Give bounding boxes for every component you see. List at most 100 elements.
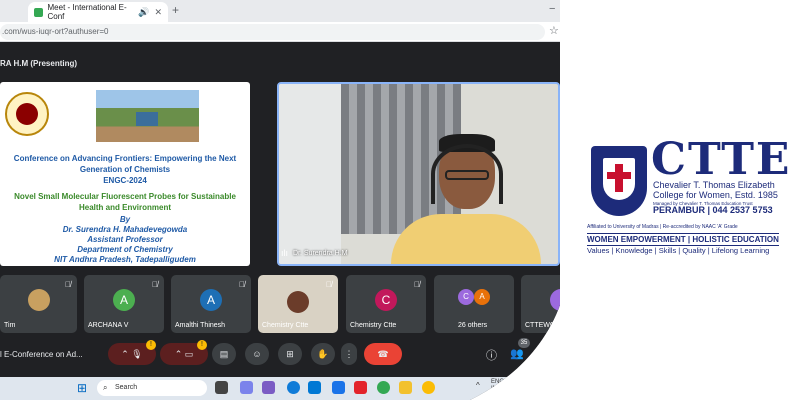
presentation-slide: Conference on Advancing Frontiers: Empow…	[0, 82, 250, 266]
institute-emblem-icon	[5, 92, 49, 136]
speaker-icon[interactable]: 🔊	[138, 7, 149, 18]
participant-avatar	[28, 289, 50, 311]
captions-button[interactable]: ▤	[212, 343, 236, 365]
speaker-video-tile[interactable]	[277, 82, 560, 266]
windows-taskbar	[0, 377, 600, 400]
participant-name: Chemistry Ctte	[262, 322, 309, 329]
app-icon[interactable]	[354, 381, 367, 394]
participant-tile[interactable]: 🎙̸ Chemistry Ctte	[258, 275, 338, 333]
logo-college-name: Chevalier T. Thomas Elizabeth College fo…	[653, 180, 778, 200]
logo-tagline: WOMEN EMPOWERMENT | HOLISTIC EDUCATION	[587, 233, 779, 246]
participant-tile[interactable]: 🎙̸ C Chemistry Ctte	[346, 275, 426, 333]
info-icon[interactable]: ⓘ	[486, 347, 497, 363]
present-button[interactable]: ⊞	[278, 343, 302, 365]
campus-photo	[96, 90, 199, 142]
participant-name: CTTEWO	[525, 322, 556, 329]
tab-title: Meet - International E-Conf	[47, 3, 127, 21]
chevron-up-icon[interactable]: ^	[476, 381, 480, 390]
bookmark-star-icon[interactable]: ☆	[549, 24, 559, 37]
end-call-button[interactable]: ☎	[364, 343, 402, 365]
search-icon: ⌕	[103, 383, 108, 392]
slide-line: Generation of Chemists	[79, 165, 171, 174]
windows-start-icon[interactable]: ⊞	[77, 381, 87, 395]
mic-off-icon: 🎙̸	[414, 280, 420, 289]
college-logo: CTTE Chevalier T. Thomas Elizabeth Colle…	[585, 138, 789, 258]
participant-name: Chemistry Ctte	[350, 322, 397, 329]
audio-level-icon: ılı	[281, 248, 289, 258]
participant-avatar: C	[375, 289, 397, 311]
mic-warning-badge: !	[146, 340, 156, 350]
search-placeholder: Search	[115, 384, 138, 391]
headset-icon	[431, 144, 503, 204]
edge-icon[interactable]	[287, 381, 300, 394]
language-code: ENG	[491, 379, 505, 385]
participant-video	[287, 291, 309, 313]
more-options-button[interactable]: ⋮	[341, 343, 357, 365]
browser-tab[interactable]: Meet - International E-Conf 🔊 ✕	[28, 2, 168, 22]
chat-icon[interactable]: ▭	[535, 347, 545, 360]
speaker-name: Dr. Surendra H.M	[293, 250, 348, 257]
logo-name-line: Chevalier T. Thomas Elizabeth	[653, 180, 775, 190]
new-tab-icon[interactable]: +	[172, 3, 179, 17]
chrome-icon[interactable]	[377, 381, 390, 394]
participant-count-badge: 35	[518, 338, 530, 348]
slide-line: Novel Small Molecular Fluorescent Probes…	[14, 192, 236, 201]
slide-line: Dr. Surendra H. Mahadevegowda	[62, 225, 188, 234]
close-tab-icon[interactable]: ✕	[154, 7, 162, 18]
presenting-label: RA H.M (Presenting)	[0, 59, 78, 68]
participant-name: 26 others	[458, 322, 488, 329]
language-indicator[interactable]: ENG IN	[491, 379, 504, 393]
promo-canvas: Meet - International E-Conf 🔊 ✕ + − .com…	[0, 0, 800, 400]
slide-line: Conference on Advancing Frontiers: Empow…	[13, 154, 237, 163]
participant-avatar: A	[474, 289, 490, 305]
participant-avatar: A	[200, 289, 222, 311]
minimize-icon[interactable]: −	[549, 3, 555, 15]
participant-tile[interactable]: 🎙̸ A ARCHANA V	[84, 275, 164, 333]
app-icon[interactable]	[332, 381, 345, 394]
task-view-icon[interactable]	[215, 381, 228, 394]
teams-icon[interactable]	[240, 381, 253, 394]
slide-line: By	[119, 215, 131, 224]
meet-favicon-icon	[34, 8, 43, 17]
mic-off-icon: 🎙̸	[65, 280, 71, 289]
participant-tile[interactable]: CTTEWO	[521, 275, 600, 333]
file-explorer-icon[interactable]	[399, 381, 412, 394]
mic-off-icon: 🎙̸	[326, 280, 332, 289]
participant-avatar	[550, 289, 572, 311]
browser-tab-bar: Meet - International E-Conf 🔊 ✕ + −	[0, 0, 600, 22]
slide-line: Health and Environment	[78, 203, 171, 212]
slide-line: Assistant Professor	[87, 235, 163, 244]
store-icon[interactable]	[308, 381, 321, 394]
others-tile[interactable]: C A 26 others	[434, 275, 514, 333]
speaker-shirt	[391, 214, 541, 266]
window-background	[279, 84, 341, 266]
meeting-name: l E-Conference on Ad...	[0, 350, 83, 359]
language-region: IN	[491, 386, 497, 392]
slide-line: NIT Andhra Pradesh, Tadepalligudem	[54, 255, 196, 264]
participant-tile[interactable]: 🎙̸ Tim	[0, 275, 77, 333]
crest-cross	[607, 172, 631, 179]
logo-place: PERAMBUR | 044 2537 5753	[653, 205, 773, 215]
logo-acronym: CTTE	[651, 134, 792, 185]
participant-name: ARCHANA V	[88, 322, 129, 329]
raise-hand-button[interactable]: ✋	[311, 343, 335, 365]
logo-name-line: College for Women, Estd. 1985	[653, 190, 778, 200]
participant-tile[interactable]: 🎙̸ A Amalthi Thinesh	[171, 275, 251, 333]
chrome-active-icon[interactable]	[422, 381, 435, 394]
slide-line: Department of Chemistry	[77, 245, 173, 254]
mic-off-icon: 🎙̸	[152, 280, 158, 289]
meet-screenshot: Meet - International E-Conf 🔊 ✕ + − .com…	[0, 0, 600, 400]
emoji-button[interactable]: ☺	[245, 343, 269, 365]
taskbar-search[interactable]: ⌕ Search	[97, 380, 207, 396]
participant-avatar: A	[113, 289, 135, 311]
logo-affiliation: Affiliated to University of Madras | Re-…	[587, 224, 738, 230]
participant-name: Amalthi Thinesh	[175, 322, 226, 329]
logo-values: Values | Knowledge | Skills | Quality | …	[587, 246, 770, 255]
url-field[interactable]: .com/wus-iuqr-ort?authuser=0	[0, 24, 545, 40]
mic-off-icon: 🎙̸	[239, 280, 245, 289]
people-icon[interactable]: 👥	[510, 347, 524, 360]
teams-chat-icon[interactable]	[262, 381, 275, 394]
camera-warning-badge: !	[197, 340, 207, 350]
participant-name: Tim	[4, 322, 16, 329]
slide-line: ENGC-2024	[103, 176, 147, 185]
